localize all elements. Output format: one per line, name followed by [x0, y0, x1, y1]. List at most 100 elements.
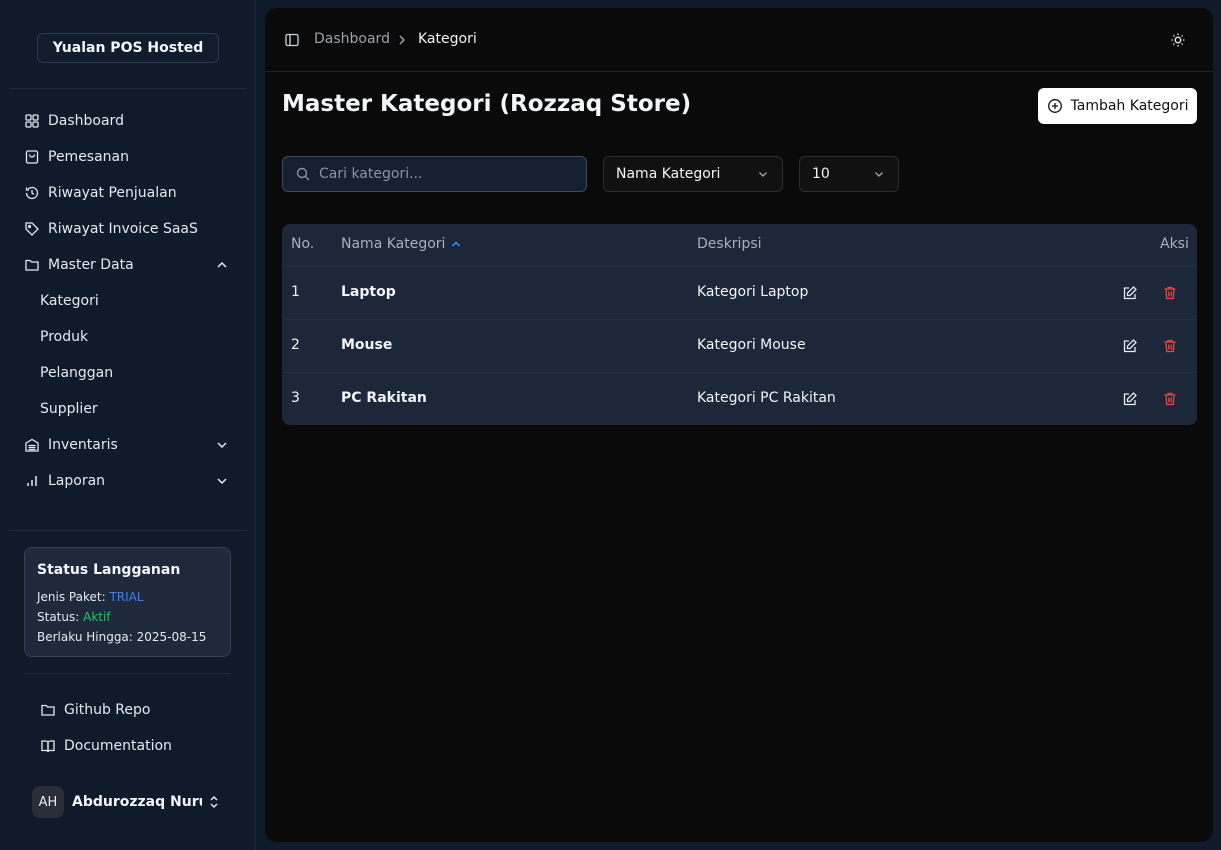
status-paket-value: TRIAL — [109, 590, 144, 604]
trash-icon[interactable] — [1162, 285, 1178, 301]
sidebar-item-label: Riwayat Penjualan — [48, 185, 177, 201]
chevron-down-icon — [872, 167, 886, 181]
chevron-right-icon — [395, 33, 409, 47]
sidebar-subitem-label: Produk — [40, 329, 89, 345]
cell-name: PC Rakitan — [341, 390, 427, 406]
chevron-down-icon — [756, 167, 770, 181]
search-box — [282, 156, 587, 192]
status-berlaku-label: Berlaku Hingga: — [37, 630, 137, 644]
breadcrumb-current: Kategori — [418, 31, 477, 47]
table-row: 3 PC Rakitan Kategori PC Rakitan — [282, 372, 1197, 425]
sidebar-item-dashboard[interactable]: Dashboard — [16, 105, 240, 137]
add-category-label: Tambah Kategori — [1070, 98, 1189, 114]
footer-link-label: Documentation — [64, 738, 172, 754]
sun-icon[interactable] — [1170, 32, 1186, 48]
column-header-no: No. — [291, 236, 315, 252]
search-input[interactable] — [319, 166, 569, 182]
sidebar-subitem-kategori[interactable]: Kategori — [32, 287, 232, 315]
sidebar-subitem-label: Supplier — [40, 401, 98, 417]
sidebar-item-master-data[interactable]: Master Data — [16, 249, 240, 281]
sidebar-item-riwayat-penjualan[interactable]: Riwayat Penjualan — [16, 177, 240, 209]
trash-icon[interactable] — [1162, 391, 1178, 407]
cell-no: 2 — [291, 337, 300, 353]
table-header: No. Nama Kategori Deskripsi Aksi — [282, 224, 1197, 266]
chevron-down-icon — [214, 473, 230, 489]
grid-icon — [24, 113, 40, 129]
user-name: Abdurozzaq Nuru... — [72, 794, 202, 810]
trash-icon[interactable] — [1162, 338, 1178, 354]
sidebar-subitem-produk[interactable]: Produk — [32, 323, 232, 351]
sidebar-subitem-supplier[interactable]: Supplier — [32, 395, 232, 423]
sidebar-divider — [24, 673, 231, 674]
category-table: No. Nama Kategori Deskripsi Aksi 1 Lapto… — [282, 224, 1197, 425]
page-size-value: 10 — [812, 166, 830, 182]
sidebar-item-label: Riwayat Invoice SaaS — [48, 221, 198, 237]
status-card-title: Status Langganan — [37, 562, 181, 578]
subscription-status-card: Status Langganan Jenis Paket: TRIAL Stat… — [24, 547, 231, 657]
edit-icon[interactable] — [1122, 338, 1138, 354]
footer-link-label: Github Repo — [64, 702, 151, 718]
sidebar-divider — [9, 530, 247, 531]
topbar: Dashboard Kategori — [265, 8, 1213, 72]
tag-icon — [24, 221, 40, 237]
documentation-link[interactable]: Documentation — [32, 731, 232, 761]
chevrons-up-down-icon — [206, 794, 222, 810]
status-berlaku-line: Berlaku Hingga: 2025-08-15 — [37, 627, 218, 647]
book-open-icon — [40, 738, 56, 754]
folder-icon — [24, 257, 40, 273]
page-size-select[interactable]: 10 — [799, 156, 899, 192]
cell-name: Laptop — [341, 284, 396, 300]
sidebar-item-label: Inventaris — [48, 437, 118, 453]
cell-no: 1 — [291, 284, 300, 300]
sidebar-item-laporan[interactable]: Laporan — [16, 465, 240, 497]
search-icon — [295, 166, 311, 182]
warehouse-icon — [24, 437, 40, 453]
sidebar: Yualan POS Hosted Dashboard Pemesanan Ri… — [0, 0, 256, 850]
brand-switcher[interactable]: Yualan POS Hosted — [37, 33, 219, 63]
folder-icon — [40, 702, 56, 718]
breadcrumb-dashboard[interactable]: Dashboard — [314, 31, 390, 47]
sidebar-item-riwayat-invoice[interactable]: Riwayat Invoice SaaS — [16, 213, 240, 245]
sidebar-toggle-icon[interactable] — [284, 32, 300, 48]
column-header-nama-kategori[interactable]: Nama Kategori — [341, 236, 463, 252]
status-berlaku-value: 2025-08-15 — [136, 630, 207, 644]
column-header-label: Nama Kategori — [341, 236, 446, 252]
sidebar-divider — [9, 88, 247, 89]
sidebar-subitem-label: Kategori — [40, 293, 99, 309]
main-panel: Dashboard Kategori Master Kategori (Rozz… — [265, 8, 1213, 842]
status-status-value: Aktif — [83, 610, 111, 624]
page-title: Master Kategori (Rozzaq Store) — [282, 91, 692, 117]
sidebar-item-inventaris[interactable]: Inventaris — [16, 429, 240, 461]
cell-description: Kategori Mouse — [697, 337, 806, 353]
sort-field-select[interactable]: Nama Kategori — [603, 156, 783, 192]
column-header-aksi: Aksi — [1160, 236, 1189, 252]
sidebar-subitem-pelanggan[interactable]: Pelanggan — [32, 359, 232, 387]
sidebar-item-label: Master Data — [48, 257, 134, 273]
sort-ascending-icon — [449, 237, 463, 251]
status-status-line: Status: Aktif — [37, 607, 218, 627]
cell-description: Kategori PC Rakitan — [697, 390, 836, 406]
edit-icon[interactable] — [1122, 285, 1138, 301]
sidebar-item-pemesanan[interactable]: Pemesanan — [16, 141, 240, 173]
table-row: 1 Laptop Kategori Laptop — [282, 266, 1197, 319]
sidebar-subitem-label: Pelanggan — [40, 365, 114, 381]
chevron-down-icon — [214, 437, 230, 453]
bar-chart-icon — [24, 473, 40, 489]
sort-field-value: Nama Kategori — [616, 166, 721, 182]
avatar: AH — [32, 786, 64, 818]
column-header-deskripsi: Deskripsi — [697, 236, 762, 252]
cell-no: 3 — [291, 390, 300, 406]
chevron-up-icon — [214, 257, 230, 273]
sidebar-item-label: Laporan — [48, 473, 106, 489]
cell-description: Kategori Laptop — [697, 284, 809, 300]
sidebar-item-label: Pemesanan — [48, 149, 130, 165]
github-repo-link[interactable]: Github Repo — [32, 695, 232, 725]
edit-icon[interactable] — [1122, 391, 1138, 407]
table-row: 2 Mouse Kategori Mouse — [282, 319, 1197, 372]
user-menu[interactable]: AH Abdurozzaq Nuru... — [24, 784, 236, 820]
sidebar-item-label: Dashboard — [48, 113, 124, 129]
shopping-bag-icon — [24, 149, 40, 165]
add-category-button[interactable]: Tambah Kategori — [1038, 88, 1197, 124]
status-paket-line: Jenis Paket: TRIAL — [37, 587, 218, 607]
plus-circle-icon — [1047, 98, 1063, 114]
